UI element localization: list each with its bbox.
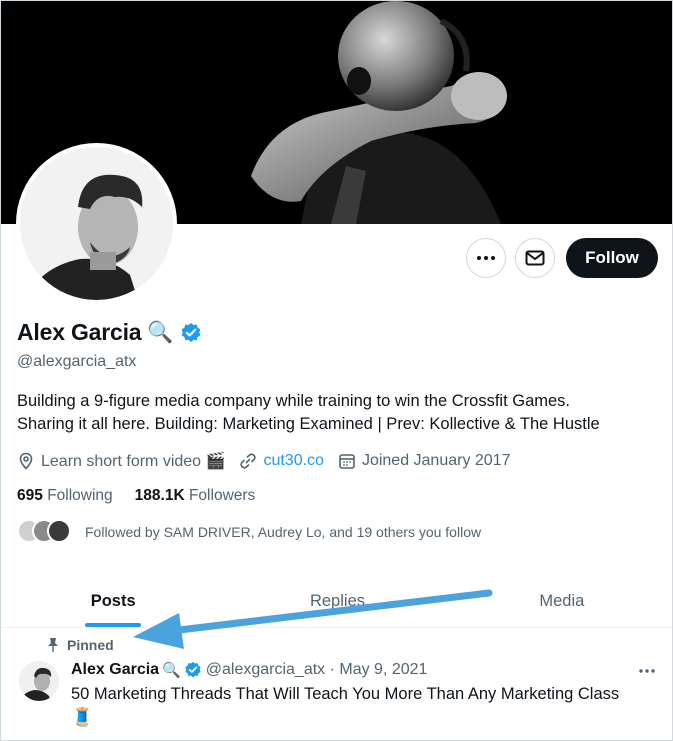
tweet-avatar[interactable] <box>19 661 59 701</box>
more-icon <box>639 669 655 673</box>
tweet-more-button[interactable] <box>637 663 657 679</box>
tweet-text: 50 Marketing Threads That Will Teach You… <box>71 685 620 703</box>
mutual-avatar <box>47 519 71 543</box>
mail-icon <box>525 250 545 266</box>
followed-by-text: Followed by SAM DRIVER, Audrey Lo, and 1… <box>85 524 482 540</box>
location-item: Learn short form video 🎬 <box>17 451 225 471</box>
tab-replies[interactable]: Replies <box>225 576 449 627</box>
calendar-icon <box>339 454 355 469</box>
following-link[interactable]: 695 Following <box>17 487 113 505</box>
location-pin-icon <box>19 452 33 470</box>
tweet-author-emoji: 🔍 <box>162 662 181 679</box>
profile-avatar[interactable] <box>16 143 177 304</box>
website-link[interactable]: cut30.co <box>263 452 323 470</box>
tweet-avatar-photo <box>19 661 59 701</box>
verified-badge-icon[interactable] <box>180 322 202 344</box>
followers-label: Followers <box>188 487 256 504</box>
profile-page: Follow Alex Garcia 🔍 @alexgarcia_atx Bui… <box>0 0 673 741</box>
thread-emoji: 🧵 <box>71 707 94 727</box>
profile-name-row: Alex Garcia 🔍 <box>17 319 202 346</box>
joined-text: Joined January 2017 <box>361 452 511 469</box>
followed-by-row[interactable]: Followed by SAM DRIVER, Audrey Lo, and 1… <box>17 519 481 545</box>
pinned-label: Pinned <box>67 637 114 653</box>
website-item[interactable]: cut30.co <box>239 452 324 470</box>
more-icon <box>477 256 495 260</box>
pin-icon <box>48 638 58 652</box>
tweet-meta[interactable]: @alexgarcia_atx · May 9, 2021 <box>206 661 428 679</box>
avatar-photo <box>20 147 173 300</box>
following-count: 695 <box>17 487 43 504</box>
mutual-avatars <box>17 519 75 545</box>
tab-posts[interactable]: Posts <box>1 576 225 627</box>
bio-line-2: Sharing it all here. Building: Marketing… <box>17 415 600 433</box>
follow-button[interactable]: Follow <box>566 238 658 278</box>
pinned-label-row: Pinned <box>47 637 114 653</box>
tweet-author[interactable]: Alex Garcia <box>71 661 159 679</box>
bio-line-1: Building a 9-figure media company while … <box>17 392 571 410</box>
tweet-header: Alex Garcia 🔍 @alexgarcia_atx · May 9, 2… <box>71 661 427 679</box>
joined-item: Joined January 2017 <box>338 452 511 470</box>
profile-handle: @alexgarcia_atx <box>17 353 137 370</box>
profile-name: Alex Garcia <box>17 319 142 345</box>
following-label: Following <box>47 487 113 504</box>
link-icon <box>240 453 257 469</box>
location-text: Learn short form video 🎬 <box>41 453 226 470</box>
follow-counts: 695 Following 188.1K Followers <box>17 487 255 505</box>
profile-meta: Learn short form video 🎬 cut30.co Joined… <box>17 451 525 471</box>
profile-bio: Building a 9-figure media company while … <box>17 390 657 436</box>
followers-count: 188.1K <box>134 487 185 504</box>
verified-badge-icon <box>185 661 201 678</box>
more-options-button[interactable] <box>466 238 506 278</box>
followers-link[interactable]: 188.1K Followers <box>135 487 256 505</box>
message-button[interactable] <box>515 238 555 278</box>
magnifier-emoji: 🔍 <box>147 320 174 344</box>
profile-tabs: Posts Replies Media <box>1 576 672 628</box>
tab-media[interactable]: Media <box>450 576 672 627</box>
